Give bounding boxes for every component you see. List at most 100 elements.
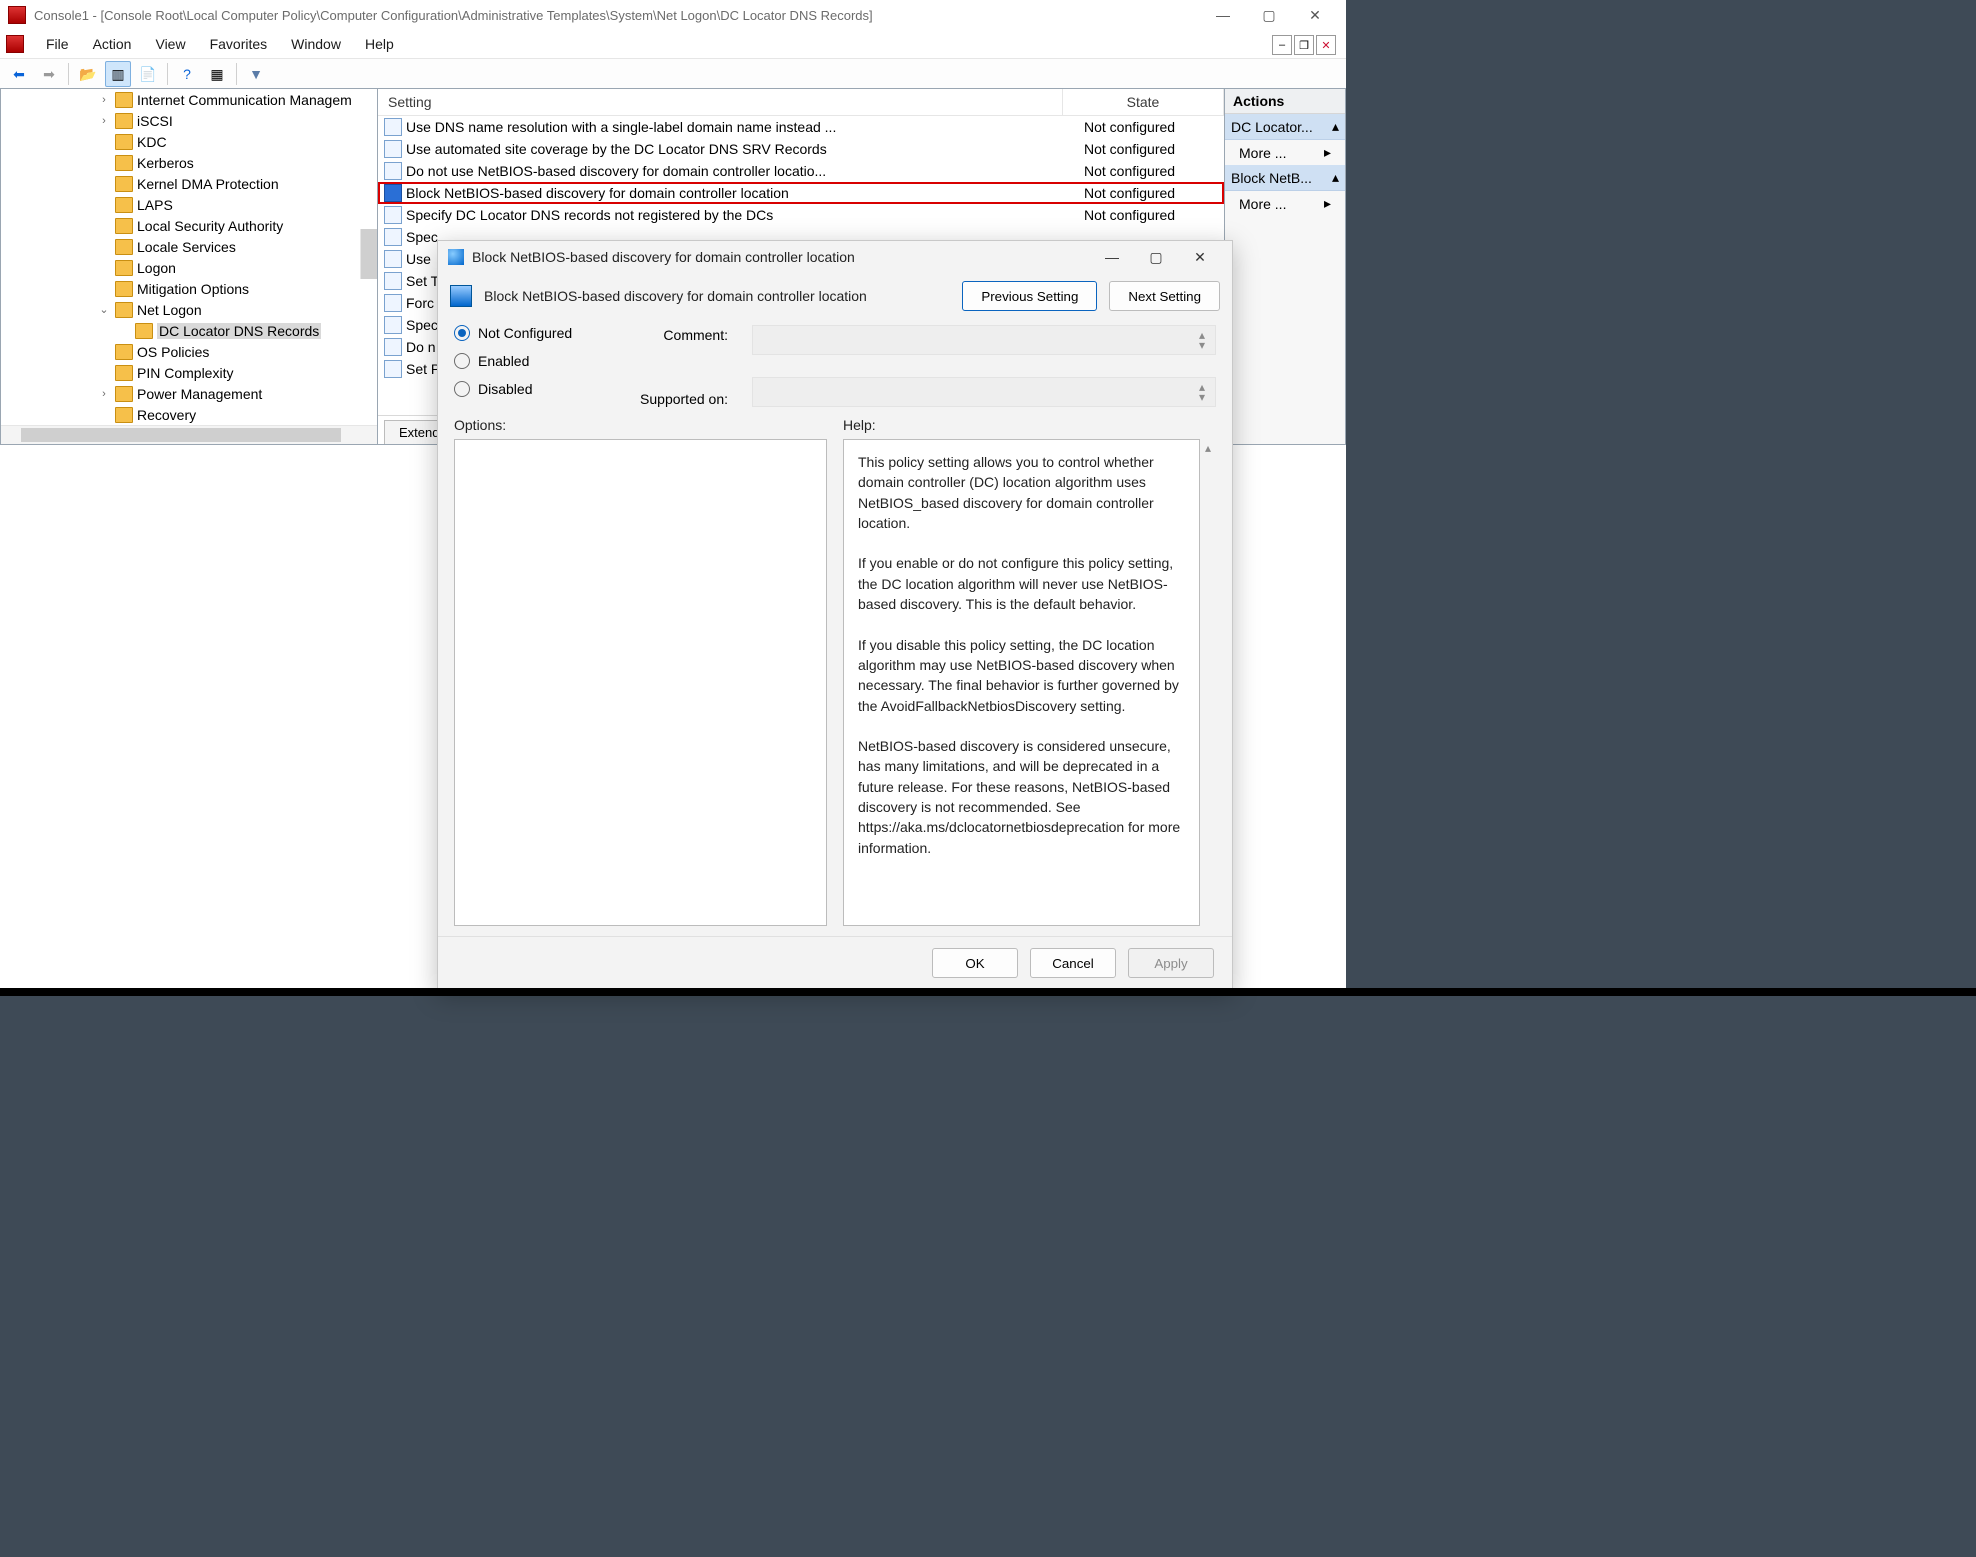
folder-icon (115, 176, 133, 192)
mdi-restore-button[interactable]: ❐ (1294, 35, 1314, 55)
dialog-subheader: Block NetBIOS-based discovery for domain… (438, 273, 1232, 319)
col-setting[interactable]: Setting (378, 89, 1063, 115)
window-close-button[interactable]: ✕ (1292, 0, 1338, 30)
document-icon (6, 35, 24, 53)
tree-item[interactable]: Mitigation Options (1, 278, 377, 299)
tree-item-label: PIN Complexity (137, 365, 233, 381)
tree-item[interactable]: ›Internet Communication Managem (1, 89, 377, 110)
menu-view[interactable]: View (143, 30, 197, 58)
mdi-close-button[interactable]: ✕ (1316, 35, 1336, 55)
tree-hscroll-thumb[interactable] (21, 428, 341, 442)
options-label: Options: (454, 417, 827, 439)
folder-icon (115, 155, 133, 171)
tree-item[interactable]: Kerberos (1, 152, 377, 173)
dialog-minimize-button[interactable]: — (1090, 241, 1134, 273)
options-help-split: Options: Help: This policy setting allow… (438, 417, 1232, 926)
tree-item[interactable]: › iSCSI (1, 110, 377, 131)
list-row[interactable]: Do not use NetBIOS-based discovery for d… (378, 160, 1224, 182)
action-more[interactable]: More ...▸ (1225, 140, 1345, 165)
radio-disabled[interactable]: Disabled (454, 381, 594, 397)
col-state[interactable]: State (1063, 89, 1224, 115)
expand-icon[interactable]: › (97, 388, 111, 400)
radio-enabled[interactable]: Enabled (454, 353, 594, 369)
policy-setting-icon (450, 285, 472, 307)
supported-label: Supported on: (640, 391, 728, 407)
options-panel[interactable] (454, 439, 827, 926)
policy-item-icon (384, 272, 402, 290)
tree-item-label: Logon (137, 260, 176, 276)
expand-icon[interactable]: ⌄ (97, 303, 111, 316)
export-button[interactable]: 📄 (135, 61, 161, 87)
help-text: This policy setting allows you to contro… (844, 440, 1199, 870)
comment-textarea[interactable]: ▴▾ (752, 325, 1216, 355)
window-minimize-button[interactable]: — (1200, 0, 1246, 30)
menu-window[interactable]: Window (279, 30, 353, 58)
tree-item[interactable]: Kernel DMA Protection (1, 173, 377, 194)
folder-icon (115, 281, 133, 297)
help-button[interactable]: ? (174, 61, 200, 87)
cancel-button[interactable]: Cancel (1030, 948, 1116, 978)
tree-item-label: Mitigation Options (137, 281, 249, 297)
menu-help[interactable]: Help (353, 30, 406, 58)
radio-not-configured[interactable]: Not Configured (454, 325, 594, 341)
next-setting-button[interactable]: Next Setting (1109, 281, 1220, 311)
folder-icon (115, 218, 133, 234)
radio-label: Not Configured (478, 325, 572, 341)
expand-icon[interactable]: › (97, 94, 111, 106)
radio-label: Disabled (478, 381, 532, 397)
tree-item-label: iSCSI (137, 113, 173, 129)
filter-button[interactable]: ▼ (243, 61, 269, 87)
help-panel[interactable]: This policy setting allows you to contro… (843, 439, 1200, 926)
policy-item-icon (384, 250, 402, 268)
list-row[interactable]: Use automated site coverage by the DC Lo… (378, 138, 1224, 160)
tree-item[interactable]: OS Policies (1, 341, 377, 362)
tree-hscroll[interactable] (1, 425, 377, 444)
dialog-close-button[interactable]: ✕ (1178, 241, 1222, 273)
scroll-down-icon: ▾ (1199, 390, 1213, 404)
nav-forward-button[interactable]: ➡ (36, 61, 62, 87)
titlebar: Console1 - [Console Root\Local Computer … (0, 0, 1346, 30)
list-row[interactable]: Specify DC Locator DNS records not regis… (378, 204, 1224, 226)
tree-item[interactable]: ›Power Management (1, 383, 377, 404)
tree-item[interactable]: Logon (1, 257, 377, 278)
chevron-right-icon: ▸ (1324, 144, 1331, 161)
supported-on-textarea[interactable]: ▴▾ (752, 377, 1216, 407)
window-maximize-button[interactable]: ▢ (1246, 0, 1292, 30)
tree-item[interactable]: PIN Complexity (1, 362, 377, 383)
expand-icon[interactable]: › (97, 115, 111, 127)
previous-setting-button[interactable]: Previous Setting (962, 281, 1097, 311)
properties-button[interactable]: ▦ (204, 61, 230, 87)
tree-item[interactable]: KDC (1, 131, 377, 152)
ok-button[interactable]: OK (932, 948, 1018, 978)
dialog-buttons: OK Cancel Apply (438, 936, 1232, 989)
setting-state: Not configured (1074, 141, 1224, 157)
dialog-maximize-button[interactable]: ▢ (1134, 241, 1178, 273)
apply-button[interactable]: Apply (1128, 948, 1214, 978)
tree-item[interactable]: Local Security Authority (1, 215, 377, 236)
menu-file[interactable]: File (34, 30, 81, 58)
tree-item[interactable]: LAPS (1, 194, 377, 215)
tree-item[interactable]: ⌄Net Logon (1, 299, 377, 320)
tree-item[interactable]: Recovery (1, 404, 377, 424)
list-row[interactable]: Block NetBIOS-based discovery for domain… (378, 182, 1224, 204)
menubar: File Action View Favorites Window Help –… (0, 30, 1346, 58)
menu-action[interactable]: Action (81, 30, 144, 58)
setting-state: Not configured (1074, 119, 1224, 135)
tree-item[interactable]: Locale Services (1, 236, 377, 257)
dialog-subtitle: Block NetBIOS-based discovery for domain… (484, 288, 950, 304)
action-group-block-netbios[interactable]: Block NetB...▴ (1225, 165, 1345, 191)
mdi-minimize-button[interactable]: – (1272, 35, 1292, 55)
show-tree-button[interactable]: ▥ (105, 61, 131, 87)
tree-item[interactable]: DC Locator DNS Records (1, 320, 377, 341)
tree-vscroll-thumb[interactable] (360, 229, 377, 279)
help-scroll-up-icon[interactable]: ▴ (1200, 439, 1216, 926)
nav-back-button[interactable]: ⬅ (6, 61, 32, 87)
up-button[interactable]: 📂 (75, 61, 101, 87)
tree-item-label: KDC (137, 134, 167, 150)
policy-item-icon (384, 162, 402, 180)
setting-name: Block NetBIOS-based discovery for domain… (406, 185, 1074, 201)
menu-favorites[interactable]: Favorites (198, 30, 280, 58)
list-row[interactable]: Use DNS name resolution with a single-la… (378, 116, 1224, 138)
action-more-2[interactable]: More ...▸ (1225, 191, 1345, 216)
action-group-dc-locator[interactable]: DC Locator...▴ (1225, 114, 1345, 140)
